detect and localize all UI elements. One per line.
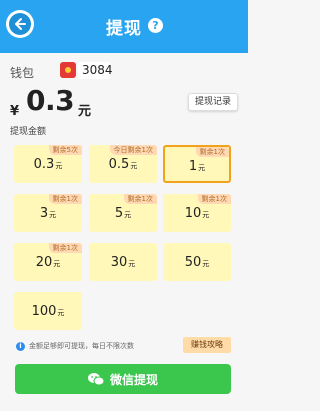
amount-value: 100元 [31, 304, 65, 319]
amount-value: 5元 [114, 206, 132, 221]
withdraw-tip: i 金额足够即可提现，每日不限次数 [16, 341, 134, 351]
amount-value: 1元 [188, 159, 206, 174]
info-icon: i [16, 341, 25, 351]
amount-section-label: 提现金额 [10, 127, 47, 137]
amount-value: 3元 [39, 206, 57, 221]
amount-option[interactable]: 50元 [163, 243, 231, 281]
wechat-withdraw-button[interactable]: 微信提现 [15, 364, 231, 394]
remaining-badge: 剩余1次 [48, 194, 82, 204]
amount-value: 50元 [184, 255, 210, 270]
wallet-label: 钱包 [10, 66, 35, 80]
balance-amount: 0.3 [26, 84, 75, 117]
remaining-badge: 剩余1次 [123, 194, 157, 204]
remaining-badge: 剩余5次 [48, 145, 82, 155]
amount-option[interactable]: 剩余1次 5元 [89, 194, 157, 232]
amount-value: 10元 [184, 206, 210, 221]
currency-symbol: ¥ [10, 104, 20, 119]
amount-value: 30元 [110, 255, 136, 270]
header-bar: 提现 ? [0, 0, 248, 53]
amount-option[interactable]: 100元 [14, 292, 82, 330]
remaining-badge: 剩余1次 [197, 194, 231, 204]
remaining-badge: 剩余1次 [195, 147, 229, 157]
amount-option[interactable]: 剩余5次 0.3元 [14, 145, 82, 183]
amount-option-selected[interactable]: 剩余1次 1元 [163, 145, 231, 183]
wallet-value: 3084 [78, 62, 113, 79]
remaining-badge: 今日剩余1次 [109, 145, 157, 155]
amount-value: 0.3元 [33, 157, 63, 172]
page-title: 提现 [106, 19, 142, 39]
balance-unit: 元 [78, 104, 92, 119]
earn-guide-button[interactable]: 赚钱攻略 [183, 337, 231, 353]
amount-option[interactable]: 30元 [89, 243, 157, 281]
amount-option[interactable]: 剩余1次 3元 [14, 194, 82, 232]
red-envelope-icon [60, 62, 76, 78]
tip-text: 金额足够即可提现，每日不限次数 [29, 342, 134, 350]
help-icon[interactable]: ? [148, 18, 163, 33]
wechat-withdraw-label: 微信提现 [109, 372, 158, 387]
amount-option[interactable]: 剩余1次 10元 [163, 194, 231, 232]
amount-option[interactable]: 今日剩余1次 0.5元 [89, 145, 157, 183]
wechat-icon [87, 373, 104, 386]
amount-option[interactable]: 剩余1次 20元 [14, 243, 82, 281]
remaining-badge: 剩余1次 [48, 243, 82, 253]
amount-value: 20元 [35, 255, 61, 270]
amount-value: 0.5元 [108, 157, 138, 172]
withdraw-record-button[interactable]: 提现记录 [188, 93, 238, 111]
